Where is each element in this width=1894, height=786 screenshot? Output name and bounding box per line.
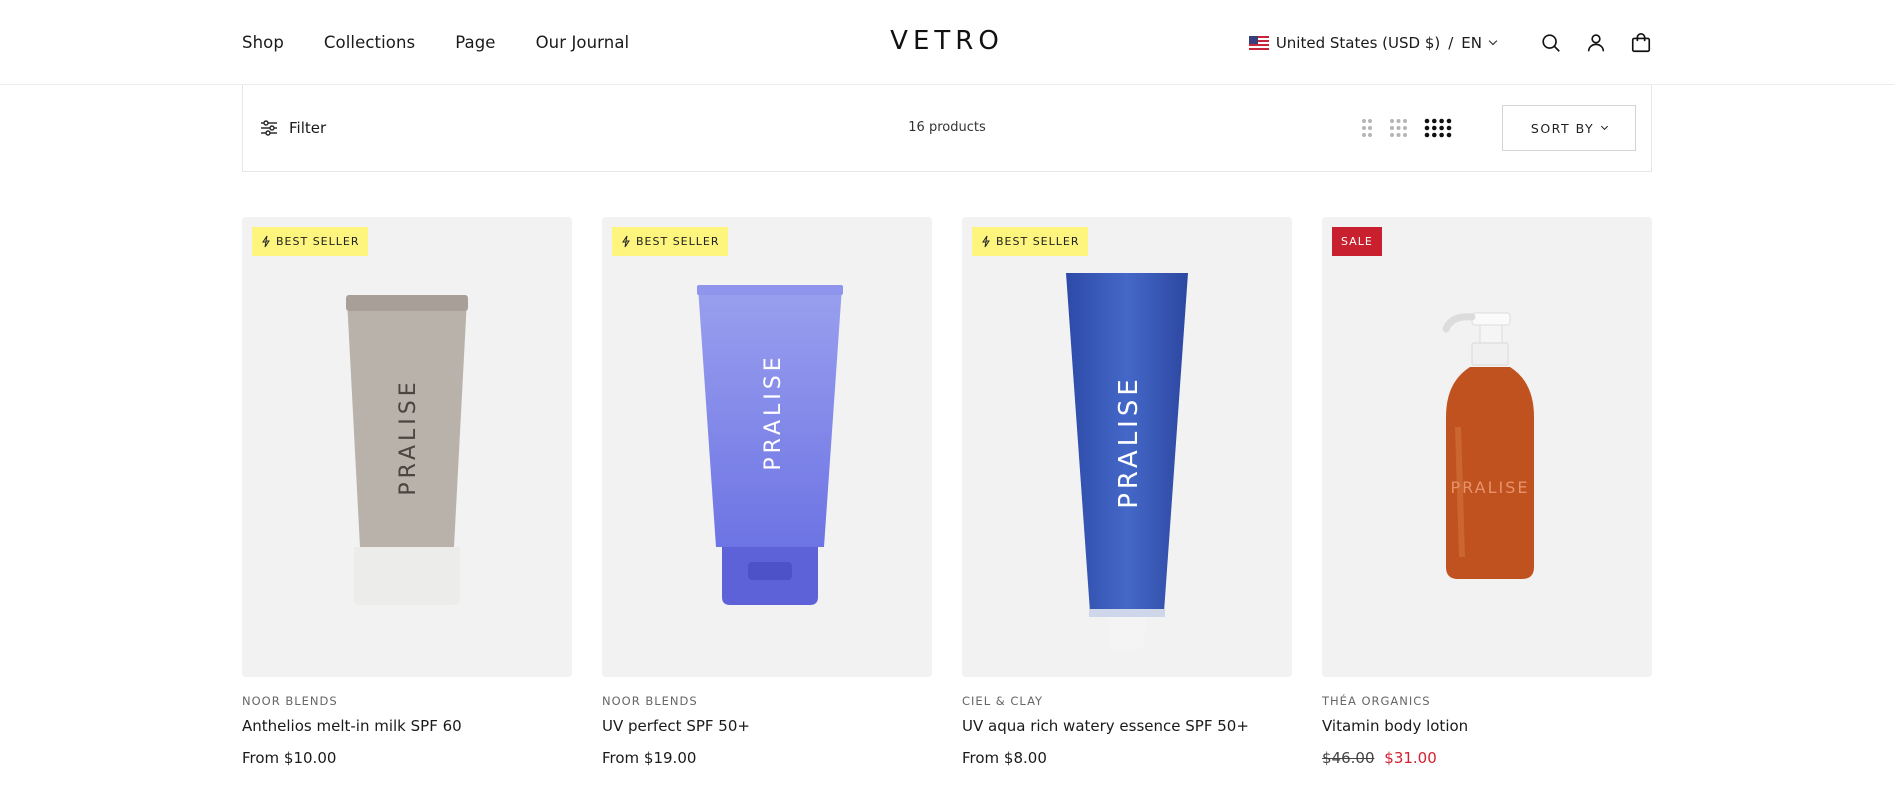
product-image[interactable]: PRALISE BEST SELLER [242, 217, 572, 677]
product-vendor[interactable]: NOOR BLENDS [242, 694, 572, 708]
essence-tube-image: PRALISE [1066, 273, 1188, 649]
product-card: PRALISE SALE THÉA ORGANICS Vitamin body … [1322, 217, 1652, 767]
us-flag-icon [1248, 35, 1269, 50]
product-vendor[interactable]: NOOR BLENDS [602, 694, 932, 708]
sort-by-dropdown[interactable]: SORT BY [1502, 105, 1636, 151]
product-card: PRALISE BEST SELLER CIEL & CLAY UV aqua … [962, 217, 1292, 767]
sunscreen-tube-image: PRALISE [697, 285, 843, 605]
main-nav: Shop Collections Page Our Journal [242, 0, 629, 85]
badge-label: BEST SELLER [636, 235, 720, 248]
locale-separator: / [1448, 33, 1454, 52]
product-price: From $8.00 [962, 749, 1047, 767]
nav-page[interactable]: Page [455, 33, 495, 52]
header-actions: United States (USD $) / EN [1248, 0, 1653, 85]
search-icon[interactable] [1539, 31, 1563, 55]
badge-label: SALE [1341, 235, 1373, 248]
cream-tube-image: PRALISE [346, 295, 468, 605]
filter-button[interactable]: Filter [259, 85, 326, 171]
badge-label: BEST SELLER [276, 235, 360, 248]
grid-3-icon[interactable] [1389, 118, 1408, 138]
product-image[interactable]: PRALISE BEST SELLER [602, 217, 932, 677]
lightning-icon [622, 235, 630, 248]
locale-selector[interactable]: United States (USD $) / EN [1248, 33, 1498, 52]
product-price: From $19.00 [602, 749, 697, 767]
chevron-down-icon [1601, 122, 1609, 130]
product-brand-label: PRALISE [1451, 478, 1530, 497]
grid-layout-switcher [1361, 85, 1452, 171]
product-vendor[interactable]: THÉA ORGANICS [1322, 694, 1652, 708]
product-title[interactable]: UV aqua rich watery essence SPF 50+ [962, 717, 1292, 735]
compare-at-price: $46.00 [1322, 749, 1375, 767]
collection-toolbar: Filter 16 products SORT BY [242, 85, 1652, 172]
account-icon[interactable] [1584, 31, 1608, 55]
product-brand-label: PRALISE [396, 378, 421, 495]
best-seller-badge: BEST SELLER [252, 227, 369, 256]
grid-2-icon[interactable] [1361, 118, 1373, 138]
sale-price: $31.00 [1384, 749, 1437, 767]
language: EN [1461, 33, 1482, 52]
best-seller-badge: BEST SELLER [612, 227, 729, 256]
cart-icon[interactable] [1629, 31, 1653, 55]
product-title[interactable]: UV perfect SPF 50+ [602, 717, 932, 735]
product-price: From $10.00 [242, 749, 337, 767]
sale-badge: SALE [1332, 227, 1382, 256]
nav-our-journal[interactable]: Our Journal [536, 33, 630, 52]
country-currency: United States (USD $) [1275, 33, 1441, 52]
lightning-icon [982, 235, 990, 248]
product-brand-label: PRALISE [761, 353, 786, 470]
product-card: PRALISE BEST SELLER NOOR BLENDS UV perfe… [602, 217, 932, 767]
site-header: Shop Collections Page Our Journal VETRO … [0, 0, 1894, 85]
product-price: $46.00 $31.00 [1322, 749, 1652, 767]
product-image[interactable]: PRALISE BEST SELLER [962, 217, 1292, 677]
chevron-down-icon [1488, 36, 1498, 45]
lotion-bottle-image: PRALISE [1442, 312, 1534, 579]
product-brand-label: PRALISE [1114, 375, 1144, 509]
nav-collections[interactable]: Collections [324, 33, 415, 52]
product-image[interactable]: PRALISE SALE [1322, 217, 1652, 677]
badge-label: BEST SELLER [996, 235, 1080, 248]
grid-4-icon[interactable] [1424, 118, 1452, 138]
lightning-icon [262, 235, 270, 248]
product-title[interactable]: Vitamin body lotion [1322, 717, 1652, 735]
logo[interactable]: VETRO [890, 26, 1004, 56]
product-grid: PRALISE BEST SELLER NOOR BLENDS Anthelio… [242, 217, 1652, 767]
filter-sliders-icon [261, 120, 277, 136]
filter-label: Filter [289, 119, 327, 137]
product-card: PRALISE BEST SELLER NOOR BLENDS Anthelio… [242, 217, 572, 767]
product-title[interactable]: Anthelios melt-in milk SPF 60 [242, 717, 572, 735]
product-vendor[interactable]: CIEL & CLAY [962, 694, 1292, 708]
sort-label: SORT BY [1530, 120, 1595, 136]
nav-shop[interactable]: Shop [242, 33, 284, 52]
best-seller-badge: BEST SELLER [972, 227, 1089, 256]
